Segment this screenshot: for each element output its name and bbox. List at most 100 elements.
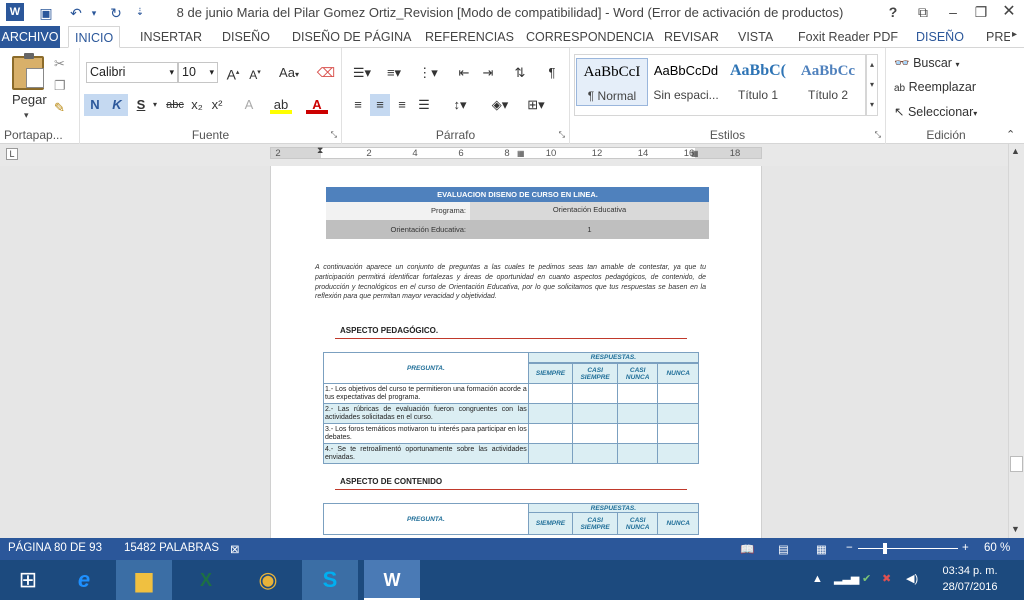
close-button[interactable]: ✕ (994, 0, 1024, 26)
customize-toolbar-icon[interactable]: ⇣ (130, 3, 150, 23)
tab-insertar[interactable]: INSERTAR (134, 26, 208, 48)
file-explorer-icon[interactable]: ▆ (116, 560, 172, 600)
tab-revisar[interactable]: REVISAR (658, 26, 725, 48)
vertical-scrollbar[interactable]: ▲ ▼ (1008, 144, 1024, 538)
style-normal[interactable]: AaBbCcI ¶ Normal (576, 58, 648, 106)
answer-cell[interactable] (527, 383, 574, 404)
undo-dropdown-icon[interactable]: ▾ (84, 3, 104, 23)
answer-cell[interactable] (572, 443, 618, 464)
print-layout-icon[interactable]: ▤ (778, 542, 789, 556)
paste-label[interactable]: Pegar (12, 92, 47, 107)
clock-date[interactable]: 28/07/2016 (940, 581, 1000, 593)
italic-button[interactable]: K (106, 94, 128, 116)
tab-vista[interactable]: VISTA (732, 26, 779, 48)
column-marker-icon[interactable]: ▦ (517, 149, 525, 158)
notification-icon[interactable]: ✖ (882, 572, 891, 585)
show-marks-icon[interactable]: ¶ (542, 62, 562, 84)
borders-icon[interactable]: ⊞▾ (522, 94, 550, 116)
bold-button[interactable]: N (84, 94, 106, 116)
tab-referencias[interactable]: REFERENCIAS (419, 26, 520, 48)
zoom-in-icon[interactable]: + (962, 542, 969, 554)
strikethrough-button[interactable]: abc (164, 94, 186, 116)
answer-cell[interactable] (616, 423, 659, 444)
find-button[interactable]: 👓 Buscar ▾ (894, 56, 959, 71)
font-size-select[interactable]: 10 ▾ (178, 62, 218, 83)
format-painter-icon[interactable]: ✎ (54, 100, 65, 116)
document-page[interactable]: EVALUACION DISENO DE CURSO EN LINEA. Pro… (270, 166, 762, 538)
style-no-spacing[interactable]: AaBbCcDd Sin espaci... (650, 58, 722, 106)
excel-icon[interactable]: X (178, 560, 234, 600)
align-right-icon[interactable]: ≡ (392, 94, 412, 116)
paste-icon[interactable] (12, 53, 44, 90)
underline-button[interactable]: S (132, 94, 150, 116)
answer-cell[interactable] (527, 403, 574, 424)
styles-scroll[interactable]: ▴ ▾ ▾ (866, 54, 878, 116)
restore-button[interactable]: ❐ (966, 0, 996, 26)
align-center-icon[interactable]: ≡ (370, 94, 390, 116)
zoom-slider-thumb[interactable] (883, 543, 887, 554)
tab-correspondencia[interactable]: CORRESPONDENCIA (520, 26, 660, 48)
answer-cell[interactable] (572, 423, 618, 444)
superscript-button[interactable]: x² (208, 94, 226, 116)
column-marker-icon[interactable]: ▦ (691, 149, 699, 158)
decrease-indent-icon[interactable]: ⇤ (454, 62, 474, 84)
clear-format-icon[interactable]: ⌫ (316, 62, 336, 84)
numbering-icon[interactable]: ≡▾ (380, 62, 408, 84)
scroll-up-icon[interactable]: ▲ (1011, 146, 1020, 156)
shading-icon[interactable]: ◈▾ (486, 94, 514, 116)
answer-cell[interactable] (616, 403, 659, 424)
subscript-button[interactable]: x₂ (188, 94, 206, 116)
help-button[interactable]: ? (878, 0, 908, 26)
text-effects-icon[interactable]: A (238, 94, 260, 116)
network-icon[interactable]: ▂▃▅ (834, 572, 859, 585)
answer-cell[interactable] (616, 383, 659, 404)
zoom-out-icon[interactable]: − (846, 542, 853, 554)
read-mode-icon[interactable]: 📖 (740, 542, 754, 556)
copy-icon[interactable]: ❐ (54, 78, 66, 94)
proofing-icon[interactable]: ⊠ (230, 542, 240, 556)
paragraph-dialog-launcher-icon[interactable]: ⤡ (559, 130, 565, 140)
tab-foxit[interactable]: Foxit Reader PDF (792, 26, 904, 48)
ie-icon[interactable]: e (56, 560, 112, 600)
line-spacing-icon[interactable]: ↕▾ (446, 94, 474, 116)
scroll-down-icon[interactable]: ▼ (1011, 524, 1020, 534)
answer-cell[interactable] (657, 443, 699, 464)
align-left-icon[interactable]: ≡ (348, 94, 368, 116)
replace-button[interactable]: ab Reemplazar (894, 80, 976, 94)
clock-time[interactable]: 03:34 p. m. (940, 565, 1000, 577)
tab-diseno-table[interactable]: DISEÑO (910, 26, 970, 48)
zoom-level[interactable]: 60 % (984, 542, 1010, 554)
sort-icon[interactable]: ⇅ (510, 62, 530, 84)
change-case-button[interactable]: Aa▾ (276, 62, 302, 84)
security-icon[interactable]: ✔ (862, 572, 871, 585)
font-name-select[interactable]: Calibri ▾ (86, 62, 178, 83)
multilevel-list-icon[interactable]: ⋮▾ (414, 62, 442, 84)
undo-icon[interactable]: ↶ (66, 3, 86, 23)
tabs-scroll-icon[interactable]: ▸ (1012, 29, 1017, 40)
increase-indent-icon[interactable]: ⇥ (478, 62, 498, 84)
collapse-ribbon-icon[interactable]: ⌃ (1006, 128, 1015, 141)
shrink-font-icon[interactable]: A▾ (246, 62, 264, 84)
grow-font-icon[interactable]: A▴ (224, 62, 242, 84)
volume-icon[interactable]: ◀) (906, 572, 918, 585)
answer-cell[interactable] (527, 423, 574, 444)
chrome-icon[interactable]: ◉ (240, 560, 296, 600)
answer-cell[interactable] (657, 423, 699, 444)
tab-presentacion[interactable]: PRES (980, 26, 1010, 48)
answer-cell[interactable] (657, 383, 699, 404)
web-layout-icon[interactable]: ▦ (816, 542, 827, 556)
font-dialog-launcher-icon[interactable]: ⤡ (331, 130, 337, 140)
page-count[interactable]: PÁGINA 80 DE 93 (8, 542, 102, 554)
save-icon[interactable]: ▣ (36, 3, 56, 23)
cut-icon[interactable]: ✂ (54, 56, 65, 72)
redo-icon[interactable]: ↻ (106, 3, 126, 23)
answer-cell[interactable] (657, 403, 699, 424)
bullets-icon[interactable]: ☰▾ (348, 62, 376, 84)
style-heading2[interactable]: AaBbCc Título 2 (792, 58, 864, 106)
tab-inicio[interactable]: INICIO (68, 26, 121, 48)
paste-dropdown-icon[interactable]: ▾ (24, 110, 29, 121)
answer-cell[interactable] (572, 403, 618, 424)
skype-icon[interactable]: S (302, 560, 358, 600)
highlight-icon[interactable]: ab (270, 94, 292, 114)
word-app-icon[interactable]: W (6, 3, 24, 21)
